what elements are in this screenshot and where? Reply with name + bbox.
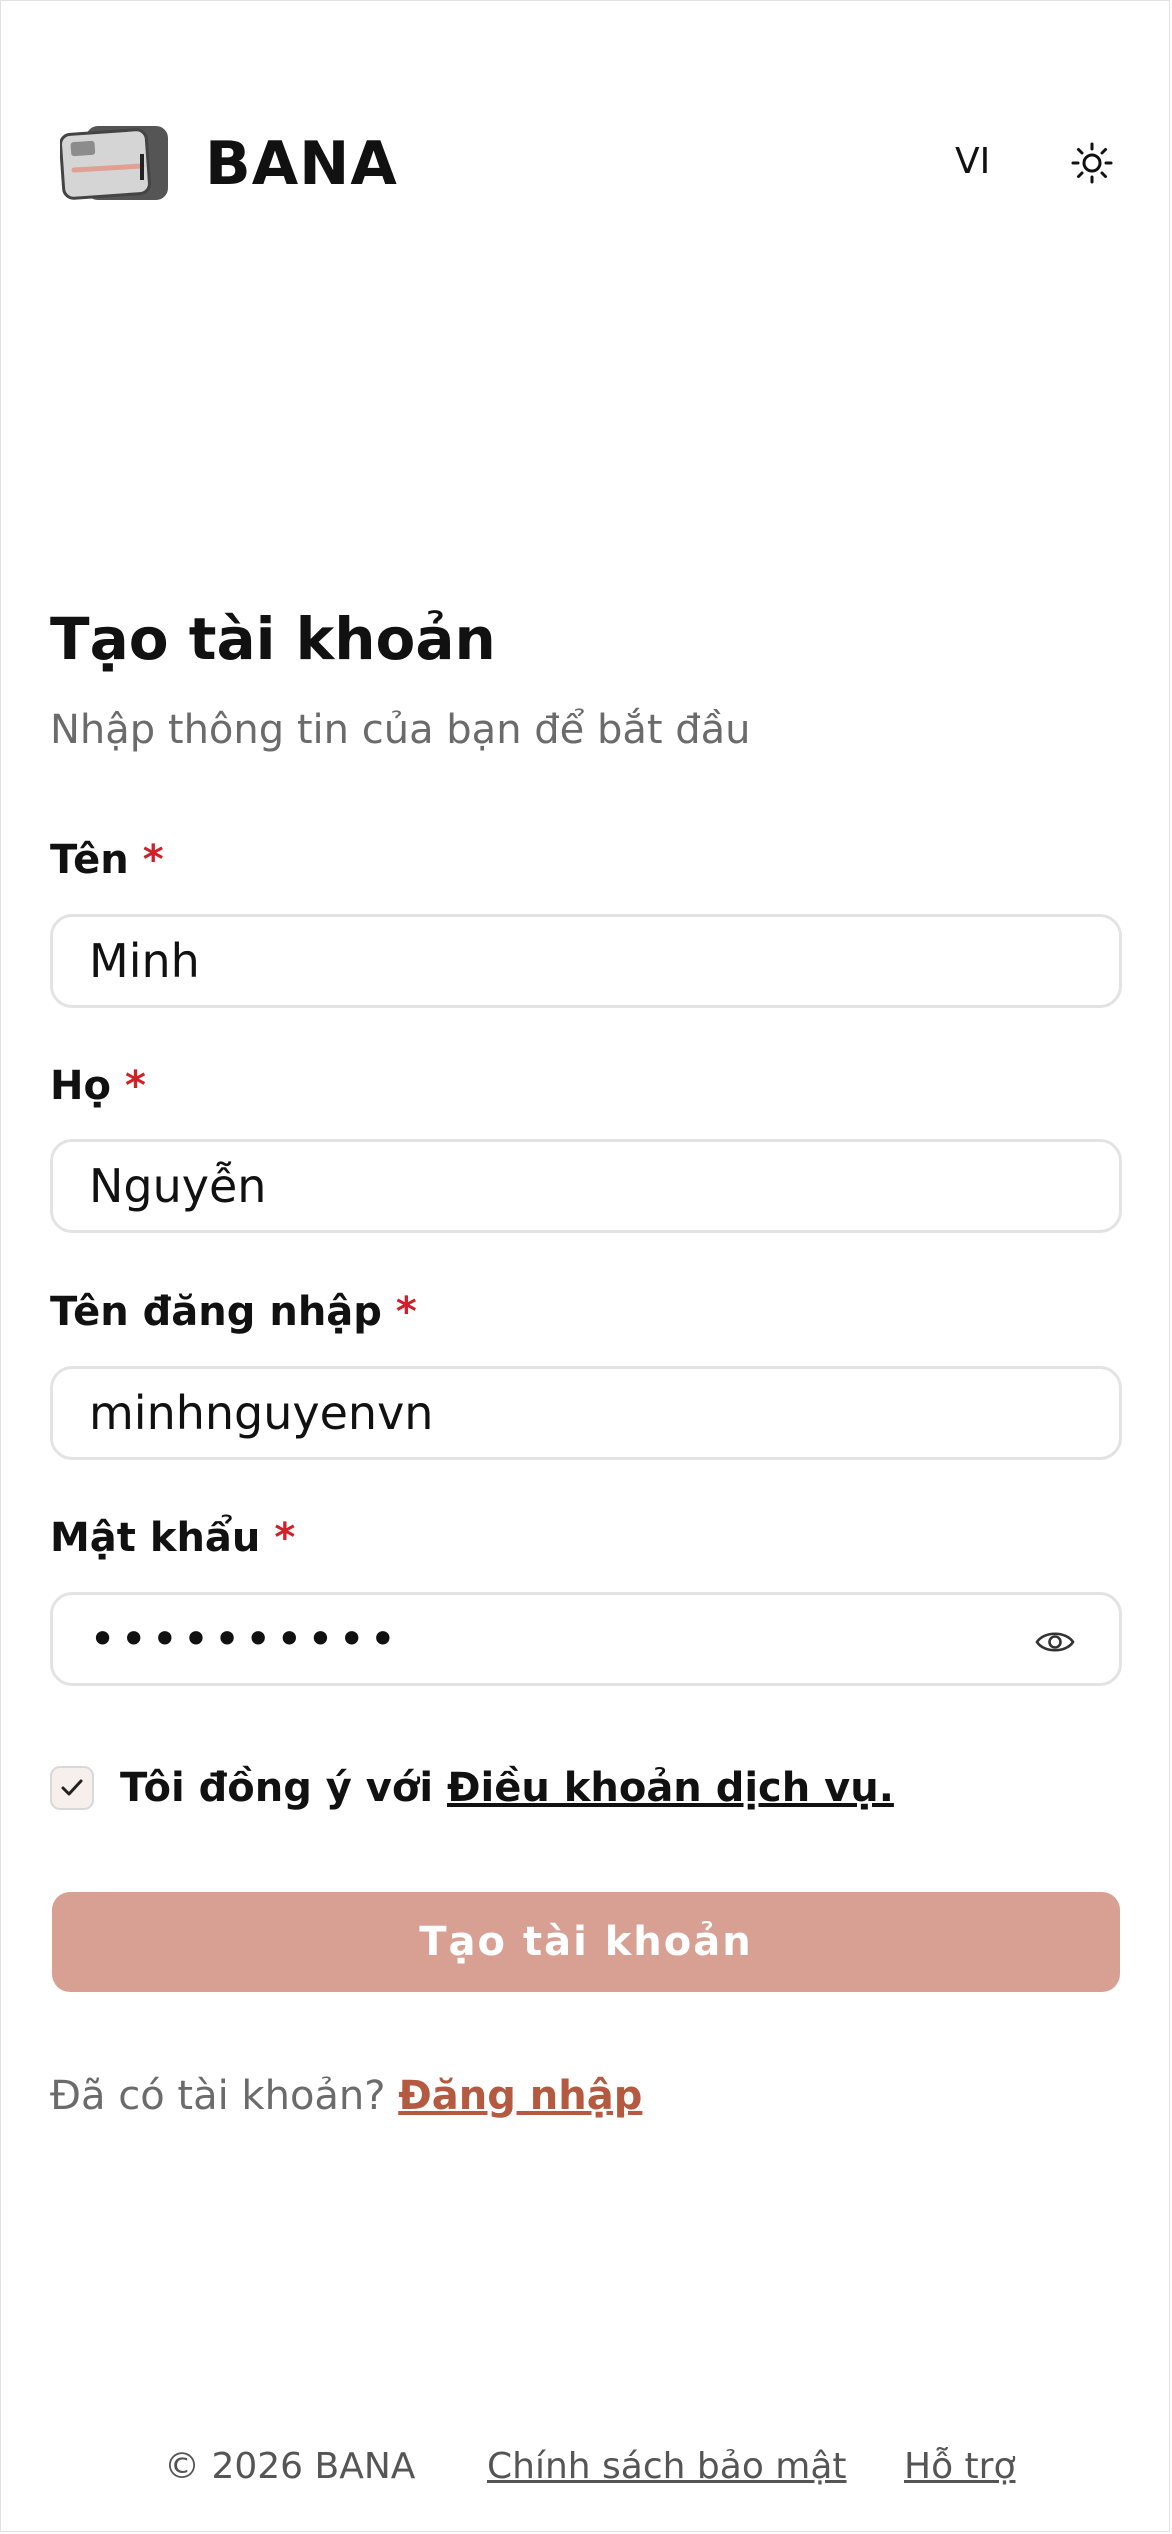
password-field[interactable]: •••••••••• (50, 1592, 1122, 1686)
password-value: •••••••••• (89, 1612, 401, 1666)
last-name-label-text: Họ (50, 1063, 111, 1109)
last-name-value: Nguyễn (89, 1159, 267, 1213)
check-icon (61, 1779, 83, 1796)
eye-icon[interactable] (1035, 1622, 1075, 1662)
login-link[interactable]: Đăng nhập (398, 2073, 642, 2119)
page-title: Tạo tài khoản (50, 605, 496, 673)
required-mark: * (395, 1289, 417, 1335)
username-label: Tên đăng nhập * (50, 1284, 417, 1340)
terms-text: Tôi đồng ý với Điều khoản dịch vụ. (120, 1760, 894, 1816)
privacy-link-wrap: Chính sách bảo mật (487, 2442, 847, 2492)
required-mark: * (274, 1515, 296, 1561)
last-name-field[interactable]: Nguyễn (50, 1139, 1122, 1233)
footer-copyright: © 2026 BANA (164, 2446, 416, 2487)
terms-checkbox[interactable] (50, 1766, 94, 1810)
support-link-wrap: Hỗ trợ (904, 2442, 1015, 2492)
page-frame (0, 0, 1170, 2532)
support-link[interactable]: Hỗ trợ (904, 2446, 1015, 2487)
required-mark: * (124, 1063, 146, 1109)
last-name-label: Họ * (50, 1058, 146, 1114)
terms-link[interactable]: Điều khoản dịch vụ. (447, 1765, 894, 1811)
have-account-text: Đã có tài khoản? (50, 2073, 386, 2119)
username-field[interactable]: minhnguyenvn (50, 1366, 1122, 1460)
first-name-field[interactable]: Minh (50, 914, 1122, 1008)
sun-icon[interactable] (1071, 142, 1113, 184)
username-value: minhnguyenvn (89, 1386, 434, 1440)
first-name-value: Minh (89, 934, 200, 988)
username-label-text: Tên đăng nhập (50, 1289, 382, 1335)
create-account-button[interactable]: Tạo tài khoản (52, 1892, 1120, 1992)
password-label-text: Mật khẩu (50, 1515, 261, 1561)
brand-name: BANA (205, 129, 398, 199)
first-name-label-text: Tên (50, 837, 129, 883)
brand-logo (60, 126, 168, 200)
page-subtitle: Nhập thông tin của bạn để bắt đầu (50, 707, 751, 753)
required-mark: * (142, 837, 164, 883)
password-label: Mật khẩu * (50, 1510, 295, 1566)
privacy-link[interactable]: Chính sách bảo mật (487, 2446, 847, 2487)
login-prompt: Đã có tài khoản? Đăng nhập (50, 2068, 642, 2124)
terms-prefix: Tôi đồng ý với (120, 1765, 447, 1811)
language-switcher[interactable]: VI (955, 140, 990, 184)
first-name-label: Tên * (50, 832, 164, 888)
